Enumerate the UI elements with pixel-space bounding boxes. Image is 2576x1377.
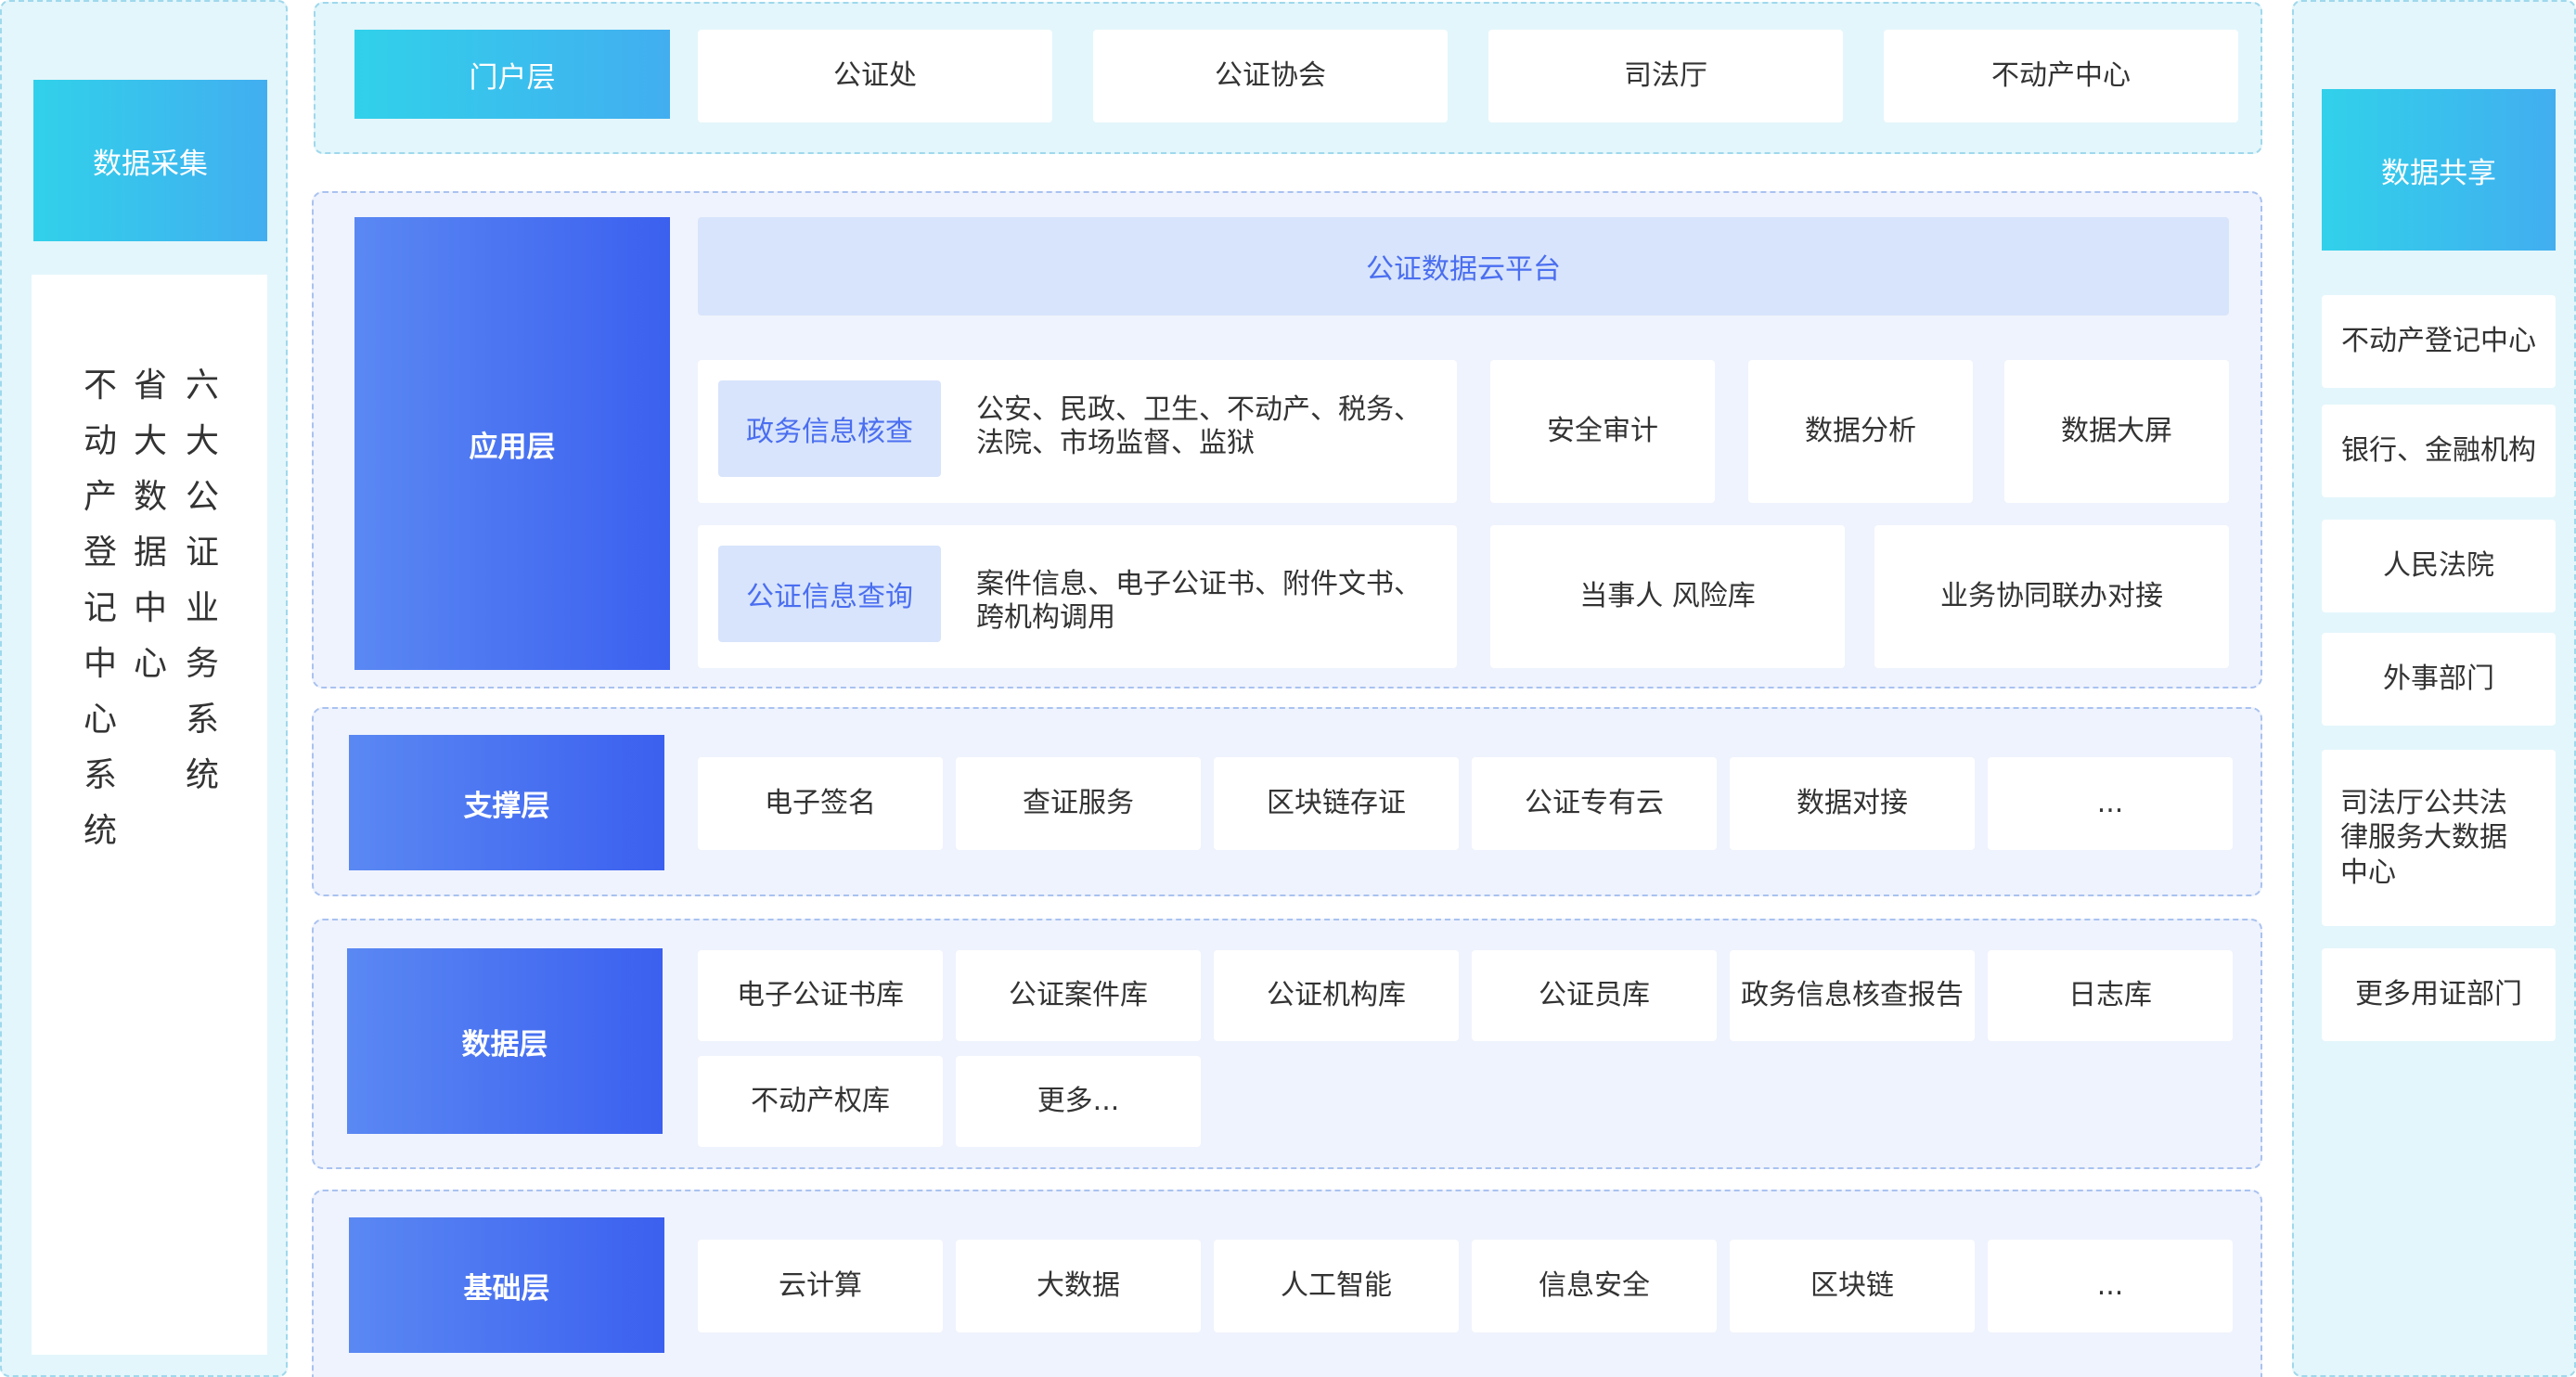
- share-target-banks: 银行、金融机构: [2322, 405, 2556, 497]
- app-item-party-risk-db: 当事人 风险库: [1490, 525, 1845, 668]
- base-item-ai: 人工智能: [1214, 1240, 1459, 1332]
- source-char: 中: [83, 645, 117, 683]
- source-char: 证: [185, 534, 219, 572]
- base-item-blockchain: 区块链: [1730, 1240, 1975, 1332]
- app-item-security-audit: 安全审计: [1490, 360, 1715, 503]
- source-char: 统: [83, 812, 117, 850]
- source-char: 六: [185, 367, 219, 405]
- source-char: 务: [185, 645, 219, 683]
- source-char: 统: [185, 756, 219, 794]
- source-char: 数: [133, 478, 167, 516]
- source-char: 大: [185, 422, 219, 460]
- source-char: 系: [185, 701, 219, 739]
- share-target-justice-bigdata: 司法厅公共法律服务大数据中心: [2322, 750, 2556, 926]
- data-item-case-db: 公证案件库: [956, 950, 1201, 1041]
- data-item-log-db: 日志库: [1988, 950, 2233, 1041]
- source-char: 大: [133, 422, 167, 460]
- support-item-private-cloud: 公证专有云: [1472, 757, 1717, 850]
- source-char: 不: [83, 367, 117, 405]
- source-char: 中: [133, 589, 167, 627]
- source-char: 心: [133, 645, 167, 683]
- app-item-data-screen: 数据大屏: [2004, 360, 2229, 503]
- source-column-province-bigdata: 省大数据中心: [132, 358, 169, 692]
- notary-info-query-tag: 公证信息查询: [718, 546, 941, 642]
- source-column-realestate: 不动产登记中心系统: [82, 358, 119, 859]
- source-char: 产: [83, 478, 117, 516]
- source-char: 系: [83, 756, 117, 794]
- portal-item-notary-association: 公证协会: [1093, 30, 1448, 122]
- data-item-institution-db: 公证机构库: [1214, 950, 1459, 1041]
- notary-info-query-desc: 案件信息、电子公证书、附件文书、 跨机构调用: [976, 568, 1422, 634]
- data-item-notary-staff-db: 公证员库: [1472, 950, 1717, 1041]
- portal-item-notary-office: 公证处: [698, 30, 1052, 122]
- data-sharing-header: 数据共享: [2322, 89, 2556, 251]
- support-item-verification-service: 查证服务: [956, 757, 1201, 850]
- support-layer-label: 支撑层: [349, 735, 664, 870]
- support-item-data-integration: 数据对接: [1730, 757, 1975, 850]
- gov-info-verify-desc: 公安、民政、卫生、不动产、税务、 法院、市场监督、监狱: [976, 393, 1422, 459]
- app-item-business-collab: 业务协同联办对接: [1874, 525, 2229, 668]
- data-item-gov-verify-report: 政务信息核查报告: [1730, 950, 1975, 1041]
- portal-layer-label: 门户层: [354, 30, 670, 119]
- share-target-realestate: 不动产登记中心: [2322, 295, 2556, 388]
- share-target-more: 更多用证部门: [2322, 948, 2556, 1041]
- data-sharing-title: 数据共享: [2381, 156, 2496, 190]
- support-item-blockchain-evidence: 区块链存证: [1214, 757, 1459, 850]
- source-char: 记: [83, 589, 117, 627]
- source-char: 省: [133, 367, 167, 405]
- portal-item-justice-dept: 司法厅: [1488, 30, 1843, 122]
- source-char: 动: [83, 422, 117, 460]
- data-collection-header: 数据采集: [33, 80, 267, 241]
- data-layer-label: 数据层: [347, 948, 663, 1134]
- portal-item-realestate-center: 不动产中心: [1884, 30, 2238, 122]
- source-column-notary-systems: 六大公证业务系统: [184, 358, 221, 804]
- data-item-enotary-db: 电子公证书库: [698, 950, 943, 1041]
- gov-info-verify-tag: 政务信息核查: [718, 380, 941, 477]
- data-collection-title: 数据采集: [93, 147, 208, 181]
- source-char: 登: [83, 534, 117, 572]
- base-layer-label: 基础层: [349, 1217, 664, 1353]
- app-item-data-analysis: 数据分析: [1748, 360, 1973, 503]
- base-item-info-security: 信息安全: [1472, 1240, 1717, 1332]
- share-target-court: 人民法院: [2322, 520, 2556, 612]
- support-item-more: ...: [1988, 757, 2233, 850]
- notary-data-cloud-platform: 公证数据云平台: [698, 217, 2229, 315]
- source-char: 公: [185, 478, 219, 516]
- application-layer-label: 应用层: [354, 217, 670, 670]
- source-char: 心: [83, 701, 117, 739]
- support-item-esignature: 电子签名: [698, 757, 943, 850]
- base-item-more: ...: [1988, 1240, 2233, 1332]
- source-char: 业: [185, 589, 219, 627]
- base-item-cloud-computing: 云计算: [698, 1240, 943, 1332]
- source-char: 据: [133, 534, 167, 572]
- share-target-foreign-affairs: 外事部门: [2322, 633, 2556, 726]
- data-item-more: 更多...: [956, 1056, 1201, 1147]
- base-item-big-data: 大数据: [956, 1240, 1201, 1332]
- data-item-property-rights-db: 不动产权库: [698, 1056, 943, 1147]
- source-systems-box: 不动产登记中心系统 省大数据中心 六大公证业务系统: [32, 275, 267, 1355]
